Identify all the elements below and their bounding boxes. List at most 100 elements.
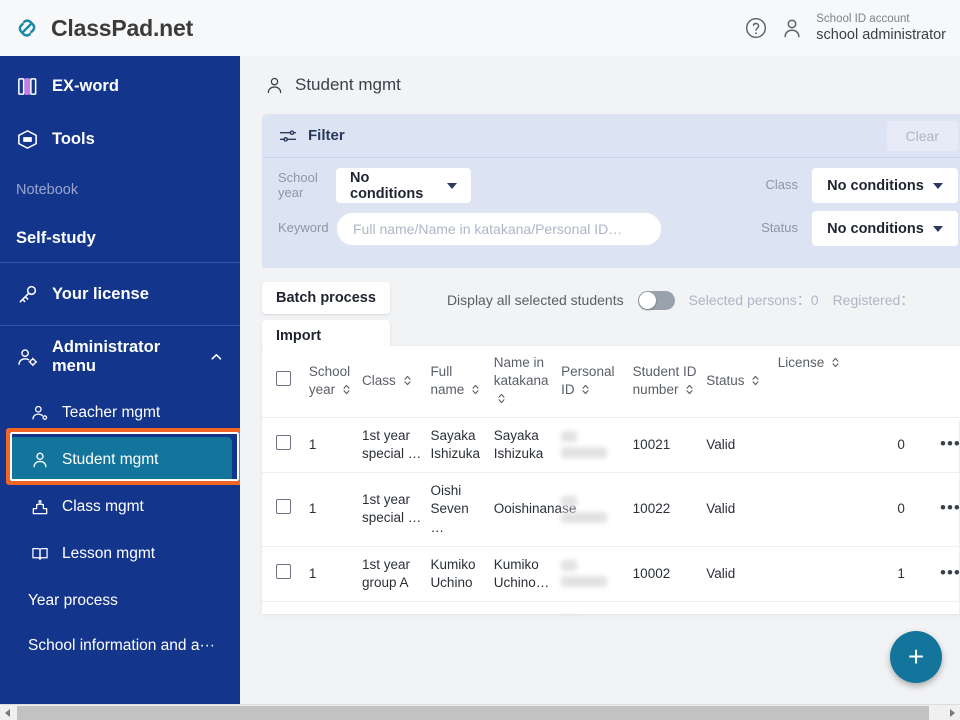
- scroll-thumb[interactable]: [17, 706, 929, 720]
- sidebar-item-tools[interactable]: Tools: [0, 113, 240, 166]
- clear-filter-button[interactable]: Clear: [886, 120, 958, 151]
- page-horizontal-scrollbar[interactable]: [0, 704, 960, 720]
- th-label: Full name: [430, 364, 465, 398]
- td-status: Valid: [702, 601, 774, 614]
- sidebar-nav: EX-word Tools Notebook Self-study Your l…: [0, 56, 240, 704]
- chevron-down-icon: [932, 225, 943, 232]
- th-name-katakana[interactable]: Name in katakana: [489, 346, 558, 418]
- table-toolbar: Batch process Import Display all selecte…: [240, 268, 960, 352]
- sidebar-item-year-process[interactable]: Year process: [0, 578, 240, 623]
- row-checkbox[interactable]: [275, 499, 291, 515]
- table-header: School year Class Full name Name in kata…: [262, 346, 960, 418]
- sidebar-item-administrator-menu[interactable]: Administrator menu: [0, 326, 240, 388]
- filter-row-school-year: School year No conditions Class No condi…: [278, 168, 958, 203]
- row-checkbox[interactable]: [275, 563, 291, 579]
- table-row[interactable]: 1 1st year special … Oishi Seven … Ooish…: [262, 472, 960, 547]
- batch-process-button[interactable]: Batch process: [262, 282, 390, 314]
- scroll-right-arrow-icon[interactable]: [950, 709, 955, 717]
- add-student-fab[interactable]: +: [890, 631, 942, 683]
- scroll-left-arrow-icon[interactable]: [5, 709, 10, 717]
- sidebar-item-label: Your license: [52, 284, 149, 303]
- filter-right-class: Class No conditions: [765, 168, 958, 203]
- sidebar-item-class-mgmt[interactable]: Class mgmt: [8, 484, 232, 529]
- sidebar-item-teacher-mgmt[interactable]: Teacher mgmt: [8, 390, 232, 435]
- th-class[interactable]: Class: [358, 346, 427, 418]
- sidebar-item-lesson-mgmt[interactable]: Lesson mgmt: [8, 531, 232, 576]
- class-select[interactable]: No conditions: [812, 168, 958, 203]
- help-circle-icon[interactable]: [744, 16, 768, 40]
- sort-icon[interactable]: [831, 356, 840, 369]
- teacher-icon: [32, 405, 48, 420]
- sort-icon[interactable]: [342, 383, 351, 396]
- td-class: 1st year group A: [358, 545, 427, 602]
- td-school-year: 1: [304, 601, 358, 614]
- sidebar-item-notebook[interactable]: Notebook: [0, 166, 240, 214]
- table-row[interactable]: 1 1st year group A Otosaka Ganga Otosaka…: [262, 601, 960, 614]
- account-name-label: school administrator: [816, 27, 946, 44]
- keyword-search-input[interactable]: [336, 211, 662, 246]
- th-school-year[interactable]: School year: [304, 346, 358, 418]
- th-personal-id[interactable]: Personal ID: [557, 346, 629, 418]
- sidebar-item-ex-word[interactable]: EX-word: [0, 60, 240, 113]
- td-personal-id: [557, 545, 629, 602]
- td-status: Valid: [702, 545, 774, 602]
- td-full-name: Oishi Seven …: [426, 472, 490, 547]
- redacted-personal-id: [561, 431, 578, 443]
- sort-icon[interactable]: [497, 392, 506, 405]
- sidebar-item-student-mgmt[interactable]: Student mgmt: [8, 437, 232, 482]
- row-menu-button[interactable]: •••: [940, 498, 960, 517]
- display-all-selected-label: Display all selected students: [446, 292, 624, 308]
- table-header-row: School year Class Full name Name in kata…: [262, 346, 960, 418]
- sort-icon[interactable]: [685, 383, 694, 396]
- row-checkbox[interactable]: [275, 434, 291, 450]
- toolbox-icon: [18, 130, 37, 149]
- th-student-id-number[interactable]: Student ID number: [628, 346, 703, 418]
- sidebar-subitem-label: Year process: [28, 591, 118, 609]
- account-info[interactable]: School ID account school administrator: [816, 12, 946, 45]
- td-full-name: Kumiko Uchino: [426, 545, 490, 602]
- th-status[interactable]: Status: [702, 346, 774, 418]
- td-name-katakana: Otosaka gouga: [489, 601, 558, 614]
- th-select-all: [262, 346, 305, 418]
- row-menu-button[interactable]: •••: [940, 434, 960, 453]
- school-year-label: School year: [278, 169, 318, 200]
- sidebar-item-your-license[interactable]: Your license: [0, 263, 240, 325]
- td-license: 1: [773, 545, 927, 602]
- sidebar-subitem-label: Lesson mgmt: [62, 544, 156, 562]
- student-table-container: School year Class Full name Name in kata…: [262, 346, 960, 614]
- redacted-personal-id: [561, 576, 608, 588]
- td-row-menu: •••: [926, 545, 960, 602]
- school-year-select[interactable]: No conditions: [336, 168, 471, 203]
- th-license[interactable]: License: [773, 346, 927, 418]
- td-school-year: 1: [304, 416, 358, 473]
- sort-icon[interactable]: [581, 383, 590, 396]
- brand-logo[interactable]: ClassPad.net: [0, 13, 193, 43]
- brand-name: ClassPad.net: [51, 14, 194, 41]
- td-student-id: 10022: [628, 472, 703, 547]
- sort-icon[interactable]: [403, 374, 412, 387]
- th-label: Name in katakana: [493, 355, 549, 389]
- row-menu-button[interactable]: •••: [940, 563, 960, 582]
- status-select[interactable]: No conditions: [812, 211, 958, 246]
- th-label: Status: [706, 373, 745, 389]
- td-class: 1st year group A: [358, 601, 427, 614]
- td-name-katakana: Ooishinanase: [489, 472, 576, 547]
- sort-icon[interactable]: [751, 374, 760, 387]
- sort-icon[interactable]: [471, 383, 480, 396]
- td-student-id: 10003: [628, 601, 703, 614]
- td-select: [262, 472, 305, 547]
- select-all-checkbox[interactable]: [275, 371, 291, 387]
- user-avatar-icon[interactable]: [780, 16, 804, 40]
- sidebar-item-self-study[interactable]: Self-study: [0, 214, 240, 262]
- th-full-name[interactable]: Full name: [426, 346, 490, 418]
- td-row-menu: •••: [926, 472, 960, 547]
- chevron-up-icon[interactable]: [209, 349, 224, 365]
- display-all-selected-toggle[interactable]: [637, 290, 675, 310]
- toolbar-button-stack: Batch process Import: [262, 282, 390, 352]
- td-personal-id: [557, 601, 629, 614]
- table-row[interactable]: 1 1st year group A Kumiko Uchino Kumiko …: [262, 545, 960, 602]
- sidebar-item-school-information[interactable]: School information and a···: [0, 623, 240, 668]
- status-value: No conditions: [827, 220, 924, 237]
- student-table: School year Class Full name Name in kata…: [262, 346, 960, 614]
- table-row[interactable]: 1 1st year special … Sayaka Ishizuka Say…: [262, 416, 960, 473]
